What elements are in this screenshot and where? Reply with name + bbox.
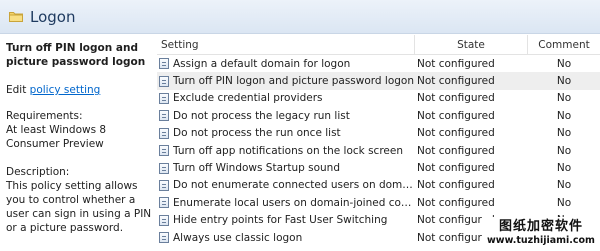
- setting-comment: No: [556, 179, 572, 192]
- table-row[interactable]: Do not process the run once list Not con…: [157, 125, 600, 142]
- setting-comment: No: [556, 127, 572, 140]
- setting-comment: No: [556, 196, 572, 209]
- setting-comment: No: [556, 92, 572, 105]
- setting-name: Do not enumerate connected users on doma…: [173, 179, 415, 192]
- header-bar: Logon: [0, 0, 600, 34]
- setting-state: Not configured: [417, 127, 495, 140]
- setting-name: Hide entry points for Fast User Switchin…: [173, 214, 388, 227]
- setting-comment: No: [556, 75, 572, 88]
- setting-state: Not configured: [417, 109, 495, 122]
- table-row[interactable]: Assign a default domain for logon Not co…: [157, 55, 600, 72]
- edit-line: Edit policy setting: [6, 83, 152, 97]
- setting-comment: No: [556, 162, 572, 175]
- setting-name: Do not process the run once list: [173, 127, 341, 140]
- table-row[interactable]: Do not enumerate connected users on doma…: [157, 177, 600, 194]
- policy-setting-link[interactable]: policy setting: [30, 84, 101, 96]
- policy-icon: [159, 58, 169, 70]
- description-text: This policy setting allows you to contro…: [6, 180, 152, 234]
- watermark-url: www.tuzhijiami.com: [487, 235, 595, 246]
- setting-name: Turn off Windows Startup sound: [173, 162, 340, 175]
- column-header-row: Setting State Comment: [157, 35, 600, 55]
- policy-title: Turn off PIN logon and picture password …: [6, 42, 146, 68]
- table-row[interactable]: Enumerate local users on domain-joined c…: [157, 194, 600, 211]
- setting-comment: No: [556, 144, 572, 157]
- watermark: 图纸加密软件 www.tuzhijiami.com: [482, 217, 600, 251]
- policy-icon: [159, 197, 169, 209]
- table-row[interactable]: Do not process the legacy run list Not c…: [157, 107, 600, 124]
- policy-icon: [159, 232, 169, 244]
- setting-name: Turn off PIN logon and picture password …: [173, 75, 415, 88]
- setting-state: Not configured: [417, 144, 495, 157]
- setting-name: Exclude credential providers: [173, 92, 323, 105]
- setting-comment: No: [556, 57, 572, 70]
- description-pane: Turn off PIN logon and picture password …: [0, 35, 152, 251]
- setting-state: Not configured: [417, 75, 495, 88]
- policy-icon: [159, 179, 169, 191]
- policy-icon: [159, 75, 169, 87]
- table-row[interactable]: Exclude credential providers Not configu…: [157, 90, 600, 107]
- policy-icon: [159, 127, 169, 139]
- setting-state: Not configured: [417, 179, 495, 192]
- requirements-label: Requirements:: [6, 110, 83, 122]
- setting-state: Not configured: [417, 92, 495, 105]
- folder-icon: [9, 11, 23, 22]
- watermark-chinese: 图纸加密软件: [498, 219, 583, 234]
- setting-comment: No: [556, 109, 572, 122]
- description-label: Description:: [6, 166, 70, 178]
- table-row[interactable]: Turn off app notifications on the lock s…: [157, 142, 600, 159]
- page-title: Logon: [30, 7, 76, 26]
- column-header-comment[interactable]: Comment: [528, 35, 600, 55]
- policy-icon: [159, 145, 169, 157]
- policy-icon: [159, 110, 169, 122]
- description-block: Description: This policy setting allows …: [6, 165, 152, 235]
- column-header-state[interactable]: State: [415, 35, 528, 55]
- edit-prefix: Edit: [6, 84, 30, 96]
- setting-name: Turn off app notifications on the lock s…: [173, 144, 403, 157]
- setting-state: Not configured: [417, 162, 495, 175]
- policy-icon: [159, 214, 169, 226]
- policy-icon: [159, 162, 169, 174]
- setting-name: Assign a default domain for logon: [173, 57, 351, 70]
- table-row[interactable]: Turn off Windows Startup sound Not confi…: [157, 159, 600, 176]
- setting-name: Do not process the legacy run list: [173, 109, 350, 122]
- column-header-setting[interactable]: Setting: [157, 35, 415, 55]
- setting-name: Enumerate local users on domain-joined c…: [173, 196, 415, 209]
- policy-icon: [159, 92, 169, 104]
- table-row-selected[interactable]: Turn off PIN logon and picture password …: [157, 72, 600, 90]
- setting-state: Not configured: [417, 196, 495, 209]
- requirements-block: Requirements: At least Windows 8 Consume…: [6, 109, 152, 151]
- requirements-text: At least Windows 8 Consumer Preview: [6, 124, 107, 150]
- setting-state: Not configured: [417, 57, 495, 70]
- setting-name: Always use classic logon: [173, 231, 303, 244]
